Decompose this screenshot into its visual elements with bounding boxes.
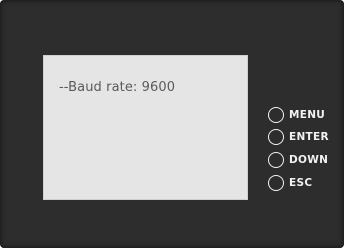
esc-button-circle-icon (268, 175, 284, 191)
down-button-label: DOWN (289, 154, 329, 166)
menu-button-label: MENU (289, 109, 326, 121)
down-button[interactable]: DOWN (268, 151, 328, 169)
device-panel: --Baud rate: 9600 MENU ENTER DOWN ESC (0, 0, 344, 248)
enter-button-circle-icon (268, 129, 284, 145)
esc-button-label: ESC (289, 177, 313, 189)
menu-button-circle-icon (268, 107, 284, 123)
lcd-text-line: --Baud rate: 9600 (59, 80, 176, 95)
enter-button-label: ENTER (289, 131, 329, 143)
enter-button[interactable]: ENTER (268, 128, 329, 146)
esc-button[interactable]: ESC (268, 174, 312, 192)
down-button-circle-icon (268, 152, 284, 168)
menu-button[interactable]: MENU (268, 106, 325, 124)
lcd-screen: --Baud rate: 9600 (43, 55, 248, 200)
